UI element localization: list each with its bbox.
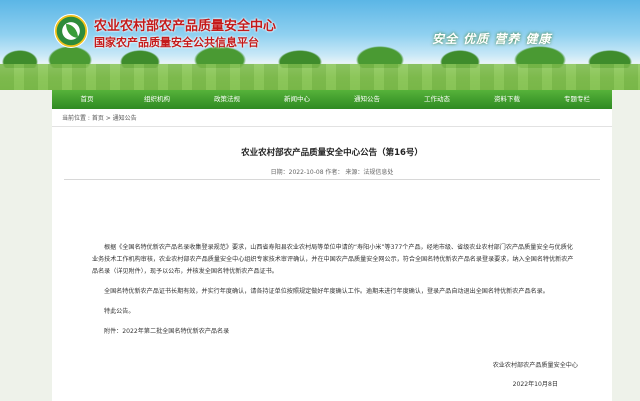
nav-item-policy[interactable]: 政策法规 [192,90,262,109]
article-meta: 日期：2022-10-08 作者： 来源：法规信息处 [270,169,394,176]
nav-item-news[interactable]: 新闻中心 [262,90,332,109]
divider [52,126,612,127]
nav-item-home[interactable]: 首页 [52,90,122,109]
nav-item-downloads[interactable]: 资料下载 [472,90,542,109]
logo[interactable] [54,14,88,48]
site-title: 农业农村部农产品质量安全中心 [94,19,277,34]
divider [64,179,600,180]
article-body: 根据《全国名特优新农产品名录收集登录规范》要求，山西省寿阳县农业农村局等单位申请… [92,242,577,346]
main-nav: 首页 组织机构 政策法规 新闻中心 通知公告 工作动态 资料下载 专题专栏 [52,90,612,109]
banner-field [0,64,640,90]
slogan: 安全 优质 营养 健康 [432,32,552,46]
paragraph: 全国名特优新农产品证书长期有效，并实行年度确认，请各持证单位按照规定做好年度确认… [104,288,549,295]
attachment-link[interactable]: 附件：2022年第二批全国名特优新农产品名录 [92,326,577,338]
nav-item-notices[interactable]: 通知公告 [332,90,402,109]
signature: 农业农村部农产品质量安全中心 [492,362,578,369]
article-title: 农业农村部农产品质量安全中心公告（第16号） [241,148,423,158]
nav-item-work[interactable]: 工作动态 [402,90,472,109]
nav-item-topics[interactable]: 专题专栏 [542,90,612,109]
paragraph: 根据《全国名特优新农产品名录收集登录规范》要求，山西省寿阳县农业农村局等单位申请… [92,244,574,275]
paragraph: 特此公告。 [104,308,135,315]
header-banner: 农业农村部农产品质量安全中心 国家农产品质量安全公共信息平台 安全 优质 营养 … [0,0,640,90]
leaf-icon [66,24,78,38]
content-panel: 当前位置 : 首页 > 通知公告 农业农村部农产品质量安全中心公告（第16号） … [52,109,612,401]
site-subtitle: 国家农产品质量安全公共信息平台 [94,36,259,49]
breadcrumb: 当前位置 : 首页 > 通知公告 [62,115,137,122]
publish-date: 2022年10月8日 [512,381,558,388]
nav-item-organization[interactable]: 组织机构 [122,90,192,109]
